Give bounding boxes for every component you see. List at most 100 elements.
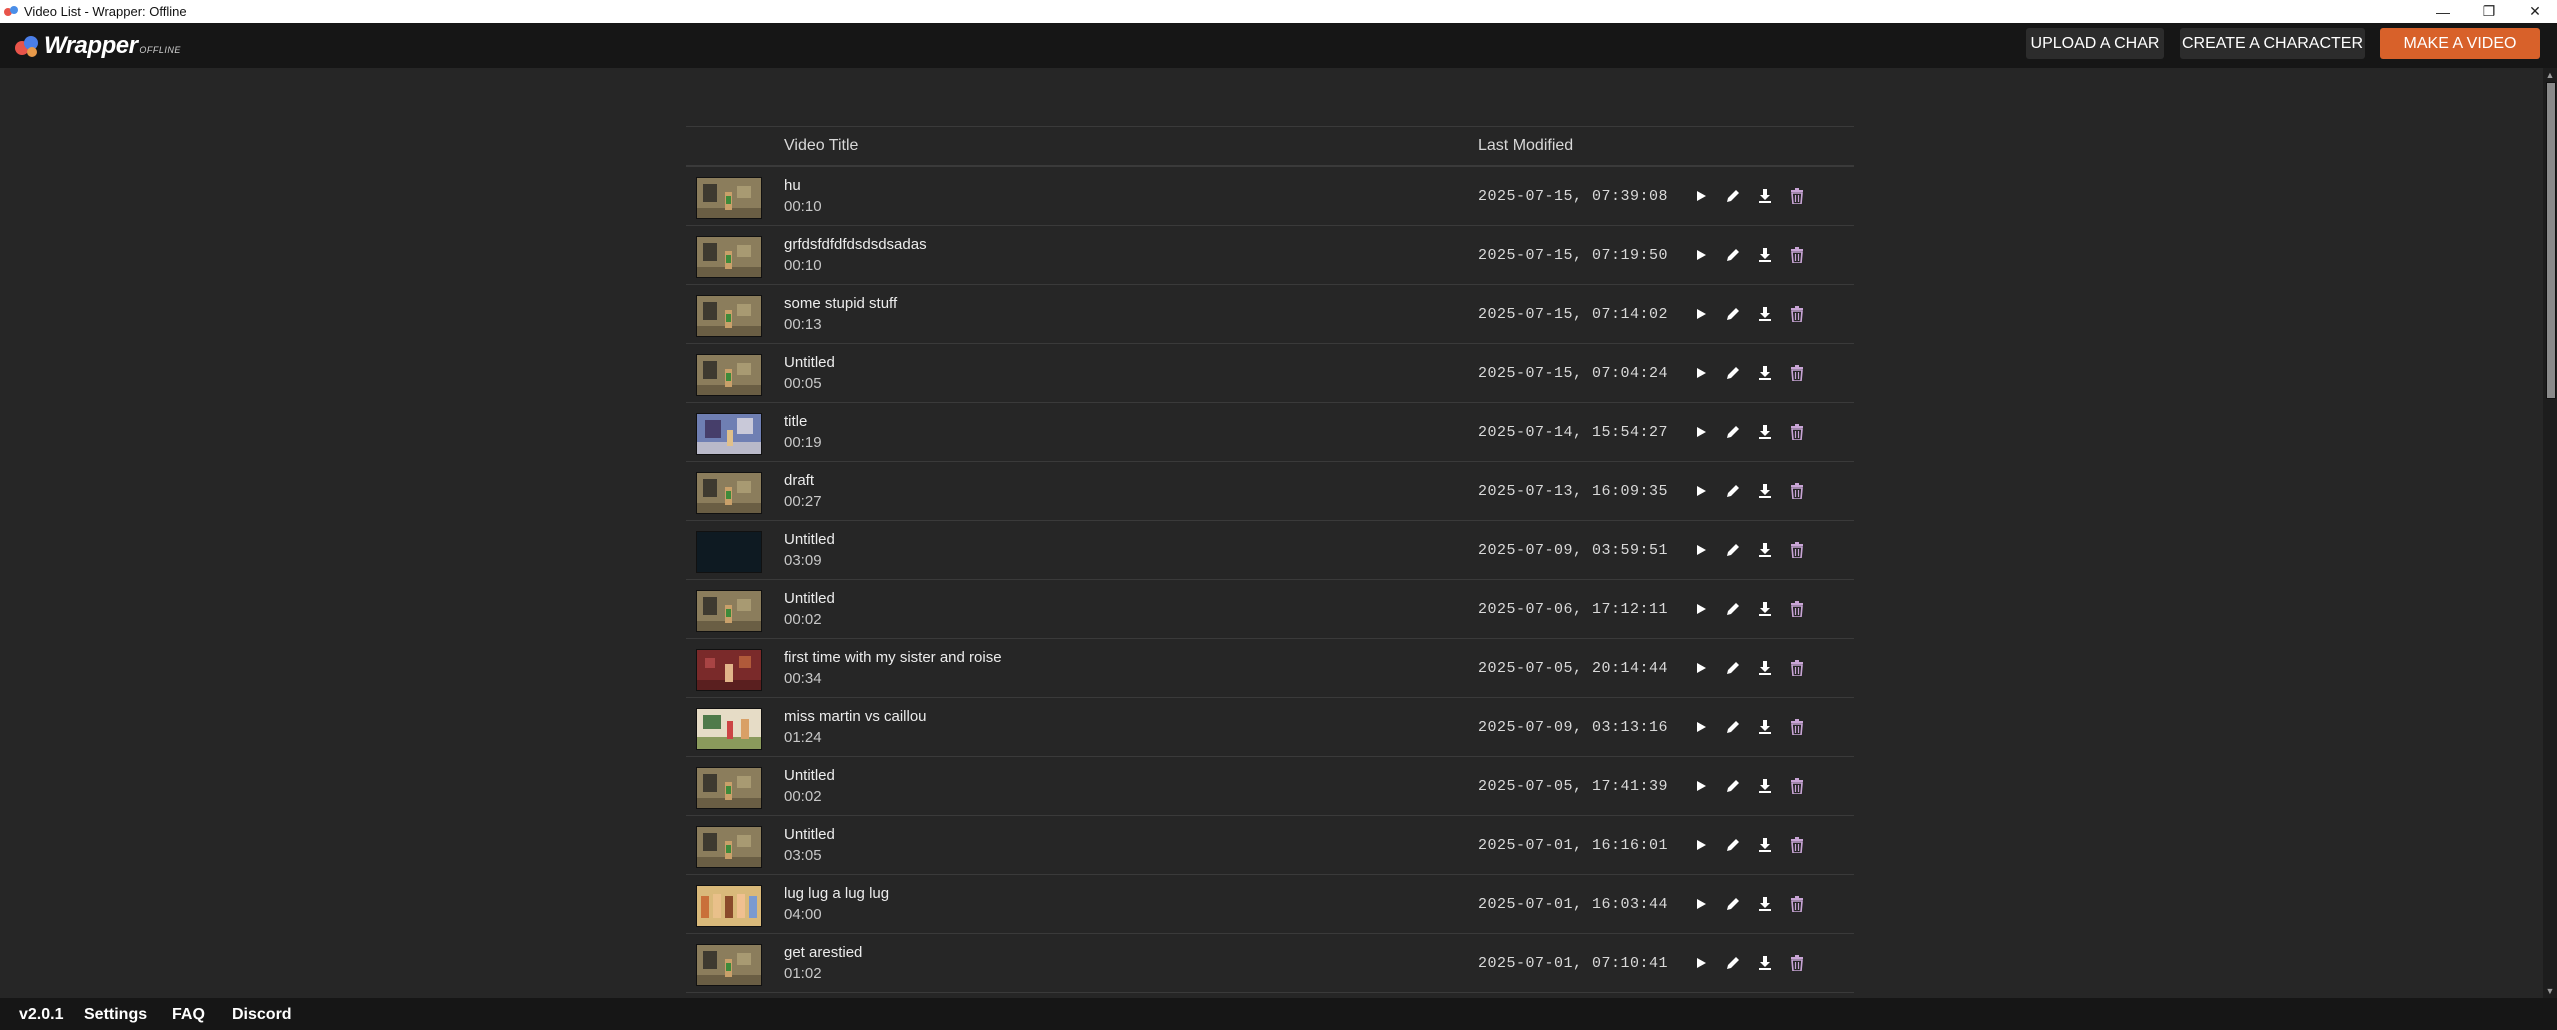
delete-button[interactable] <box>1785 481 1809 501</box>
video-row[interactable]: Untitled 03:05 2025-07-01, 16:16:01 <box>686 816 1854 875</box>
video-title[interactable]: Untitled <box>784 826 835 843</box>
edit-button[interactable] <box>1721 304 1745 324</box>
column-header-modified[interactable]: Last Modified <box>1478 137 1573 155</box>
delete-button[interactable] <box>1785 717 1809 737</box>
video-title[interactable]: hu <box>784 177 801 194</box>
edit-button[interactable] <box>1721 599 1745 619</box>
download-button[interactable] <box>1753 835 1777 855</box>
video-thumbnail[interactable] <box>696 767 762 809</box>
play-button[interactable] <box>1689 304 1713 324</box>
video-thumbnail[interactable] <box>696 885 762 927</box>
video-title[interactable]: miss martin vs caillou <box>784 708 927 725</box>
upload-char-button[interactable]: UPLOAD A CHAR <box>2026 28 2164 59</box>
download-button[interactable] <box>1753 363 1777 383</box>
delete-button[interactable] <box>1785 776 1809 796</box>
video-title[interactable]: Untitled <box>784 590 835 607</box>
video-title[interactable]: some stupid stuff <box>784 295 897 312</box>
video-title[interactable]: title <box>784 413 807 430</box>
video-thumbnail[interactable] <box>696 590 762 632</box>
video-thumbnail[interactable] <box>696 236 762 278</box>
video-title[interactable]: Untitled <box>784 354 835 371</box>
video-thumbnail[interactable] <box>696 531 762 573</box>
edit-button[interactable] <box>1721 894 1745 914</box>
play-button[interactable] <box>1689 422 1713 442</box>
video-row[interactable]: title 00:19 2025-07-14, 15:54:27 <box>686 403 1854 462</box>
play-button[interactable] <box>1689 540 1713 560</box>
video-row[interactable]: hu 00:10 2025-07-15, 07:39:08 <box>686 167 1854 226</box>
discord-link[interactable]: Discord <box>232 1006 292 1024</box>
delete-button[interactable] <box>1785 186 1809 206</box>
video-title[interactable]: Untitled <box>784 767 835 784</box>
play-button[interactable] <box>1689 835 1713 855</box>
download-button[interactable] <box>1753 186 1777 206</box>
vertical-scrollbar[interactable]: ▲ ▼ <box>2543 68 2557 998</box>
play-button[interactable] <box>1689 953 1713 973</box>
video-title[interactable]: get arestied <box>784 944 862 961</box>
play-button[interactable] <box>1689 481 1713 501</box>
make-video-button[interactable]: MAKE A VIDEO <box>2380 28 2540 59</box>
video-row[interactable]: draft 00:27 2025-07-13, 16:09:35 <box>686 462 1854 521</box>
video-title[interactable]: first time with my sister and roise <box>784 649 1002 666</box>
edit-button[interactable] <box>1721 186 1745 206</box>
play-button[interactable] <box>1689 658 1713 678</box>
delete-button[interactable] <box>1785 953 1809 973</box>
video-thumbnail[interactable] <box>696 826 762 868</box>
video-row[interactable]: first time with my sister and roise 00:34… <box>686 639 1854 698</box>
play-button[interactable] <box>1689 599 1713 619</box>
edit-button[interactable] <box>1721 245 1745 265</box>
video-row[interactable]: lug lug a lug lug 04:00 2025-07-01, 16:03:… <box>686 875 1854 934</box>
play-button[interactable] <box>1689 894 1713 914</box>
video-row[interactable]: Untitled 03:09 2025-07-09, 03:59:51 <box>686 521 1854 580</box>
edit-button[interactable] <box>1721 835 1745 855</box>
delete-button[interactable] <box>1785 363 1809 383</box>
download-button[interactable] <box>1753 540 1777 560</box>
play-button[interactable] <box>1689 245 1713 265</box>
video-thumbnail[interactable] <box>696 944 762 986</box>
play-button[interactable] <box>1689 363 1713 383</box>
edit-button[interactable] <box>1721 422 1745 442</box>
maximize-button[interactable]: ❐ <box>2466 0 2512 23</box>
scroll-down-arrow-icon[interactable]: ▼ <box>2543 984 2557 998</box>
video-row[interactable]: get arestied 01:02 2025-07-01, 07:10:41 <box>686 934 1854 993</box>
download-button[interactable] <box>1753 422 1777 442</box>
video-title[interactable]: lug lug a lug lug <box>784 885 889 902</box>
play-button[interactable] <box>1689 717 1713 737</box>
wrapper-logo[interactable]: Wrapper OFFLINE <box>14 29 181 63</box>
video-title[interactable]: grfdsfdfdfdsdsdsadas <box>784 236 927 253</box>
download-button[interactable] <box>1753 717 1777 737</box>
video-thumbnail[interactable] <box>696 354 762 396</box>
edit-button[interactable] <box>1721 953 1745 973</box>
delete-button[interactable] <box>1785 245 1809 265</box>
edit-button[interactable] <box>1721 540 1745 560</box>
scroll-up-arrow-icon[interactable]: ▲ <box>2543 68 2557 82</box>
column-header-title[interactable]: Video Title <box>784 137 858 155</box>
video-row[interactable]: Untitled 00:02 2025-07-05, 17:41:39 <box>686 757 1854 816</box>
delete-button[interactable] <box>1785 658 1809 678</box>
edit-button[interactable] <box>1721 717 1745 737</box>
edit-button[interactable] <box>1721 363 1745 383</box>
scrollbar-thumb[interactable] <box>2546 82 2556 399</box>
download-button[interactable] <box>1753 481 1777 501</box>
download-button[interactable] <box>1753 304 1777 324</box>
video-row[interactable]: miss martin vs caillou 01:24 2025-07-09, 0… <box>686 698 1854 757</box>
download-button[interactable] <box>1753 776 1777 796</box>
download-button[interactable] <box>1753 894 1777 914</box>
settings-link[interactable]: Settings <box>84 1006 147 1024</box>
download-button[interactable] <box>1753 658 1777 678</box>
close-window-button[interactable]: ✕ <box>2512 0 2557 23</box>
video-thumbnail[interactable] <box>696 413 762 455</box>
video-thumbnail[interactable] <box>696 472 762 514</box>
video-title[interactable]: draft <box>784 472 814 489</box>
delete-button[interactable] <box>1785 540 1809 560</box>
edit-button[interactable] <box>1721 776 1745 796</box>
play-button[interactable] <box>1689 776 1713 796</box>
video-row[interactable]: Untitled 00:02 2025-07-06, 17:12:11 <box>686 580 1854 639</box>
video-thumbnail[interactable] <box>696 295 762 337</box>
delete-button[interactable] <box>1785 422 1809 442</box>
delete-button[interactable] <box>1785 599 1809 619</box>
delete-button[interactable] <box>1785 835 1809 855</box>
delete-button[interactable] <box>1785 894 1809 914</box>
edit-button[interactable] <box>1721 658 1745 678</box>
video-row[interactable]: some stupid stuff 00:13 2025-07-15, 07:14:… <box>686 285 1854 344</box>
delete-button[interactable] <box>1785 304 1809 324</box>
